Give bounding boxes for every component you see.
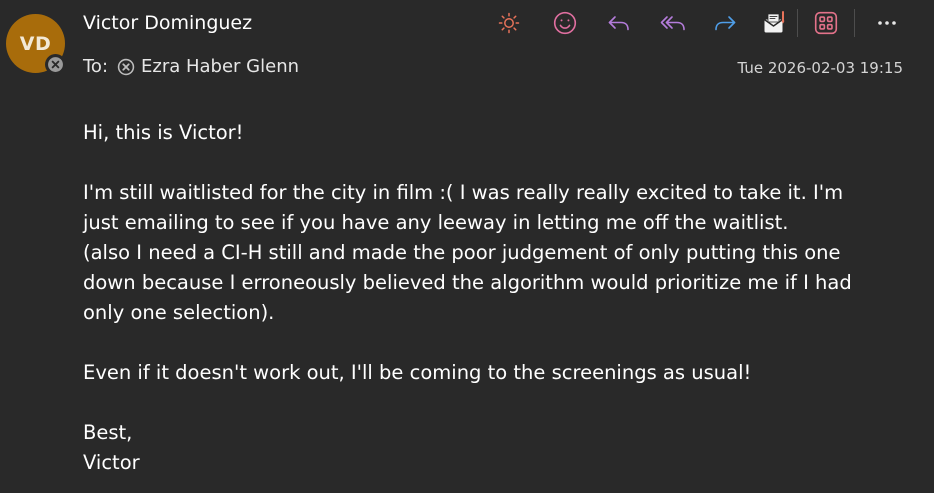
- message-toolbar: [493, 7, 903, 39]
- sun-icon[interactable]: [493, 7, 525, 39]
- body-line: down because I erroneously believed the …: [83, 271, 852, 294]
- apps-grid-icon[interactable]: [810, 7, 842, 39]
- forward-icon[interactable]: [709, 7, 741, 39]
- recipient-name[interactable]: Ezra Haber Glenn: [141, 56, 299, 77]
- reply-all-icon[interactable]: [657, 7, 689, 39]
- timestamp: Tue 2026-02-03 19:15: [737, 59, 903, 77]
- body-line: I'm still waitlisted for the city in fil…: [83, 181, 844, 204]
- toolbar-divider-2: [854, 9, 855, 37]
- smiley-icon[interactable]: [549, 7, 581, 39]
- body-line: only one selection).: [83, 301, 275, 324]
- signature: Victor: [83, 451, 140, 474]
- greeting: Hi, this is Victor!: [83, 121, 244, 144]
- body-line: (also I need a CI-H still and made the p…: [83, 241, 841, 264]
- more-icon[interactable]: [871, 7, 903, 39]
- signoff: Best,: [83, 421, 133, 444]
- message-body: Hi, this is Victor! I'm still waitlisted…: [83, 118, 913, 478]
- envelope-note-icon[interactable]: [759, 7, 791, 39]
- reply-icon[interactable]: [603, 7, 635, 39]
- message-header: VD Victor Dominguez To: Ezra Haber Glenn…: [0, 0, 934, 100]
- body-line: Even if it doesn't work out, I'll be com…: [83, 361, 752, 384]
- to-label: To:: [83, 56, 109, 77]
- sender-name[interactable]: Victor Dominguez: [83, 12, 252, 34]
- presence-offline-icon: [45, 54, 66, 75]
- avatar-initials: VD: [19, 32, 52, 55]
- recipient-presence-icon: [117, 58, 135, 76]
- body-line: just emailing to see if you have any lee…: [83, 211, 789, 234]
- recipient-row: To: Ezra Haber Glenn: [83, 56, 299, 77]
- toolbar-divider: [797, 9, 798, 37]
